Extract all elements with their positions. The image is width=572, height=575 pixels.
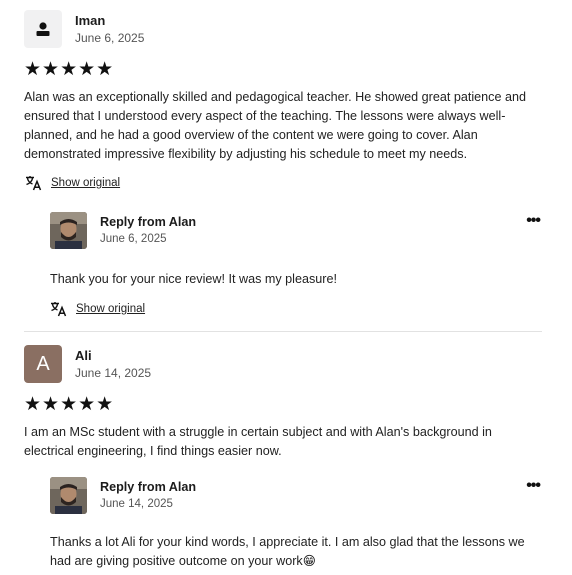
reply-date: June 6, 2025 — [100, 233, 167, 245]
star-rating: ★★★★★ — [24, 394, 115, 415]
show-original-row: Show original — [25, 175, 120, 191]
reviewer-name: Iman — [75, 13, 106, 28]
translate-icon — [51, 302, 67, 317]
reviewer-name: Ali — [75, 348, 92, 363]
review-text: I am an MSc student with a struggle in c… — [24, 425, 492, 458]
show-original-row: Show original — [50, 301, 145, 317]
tutor-photo — [50, 212, 87, 249]
tutor-photo — [50, 477, 87, 514]
avatar — [24, 10, 62, 48]
reply-text: Thank you for your nice review! It was m… — [50, 272, 337, 286]
avatar: A — [24, 345, 62, 383]
star-rating: ★★★★★ — [24, 59, 115, 80]
show-original-link[interactable]: Show original — [76, 303, 145, 315]
show-original-link[interactable]: Show original — [51, 177, 120, 189]
review-text: Alan was an exceptionally skilled and pe… — [24, 90, 526, 161]
person-icon — [36, 22, 50, 36]
review-divider — [24, 331, 542, 332]
more-options-icon[interactable]: ••• — [526, 212, 541, 230]
review-date: June 14, 2025 — [75, 366, 152, 380]
review-date: June 6, 2025 — [75, 31, 145, 45]
more-options-icon[interactable]: ••• — [526, 477, 541, 495]
avatar-letter: A — [36, 352, 50, 375]
reply-date: June 14, 2025 — [100, 498, 173, 510]
reply-title: Reply from Alan — [100, 480, 197, 494]
translate-icon — [26, 176, 42, 191]
reply-text: Thanks a lot Ali for your kind words, I … — [50, 535, 525, 568]
reply-title: Reply from Alan — [100, 215, 197, 229]
